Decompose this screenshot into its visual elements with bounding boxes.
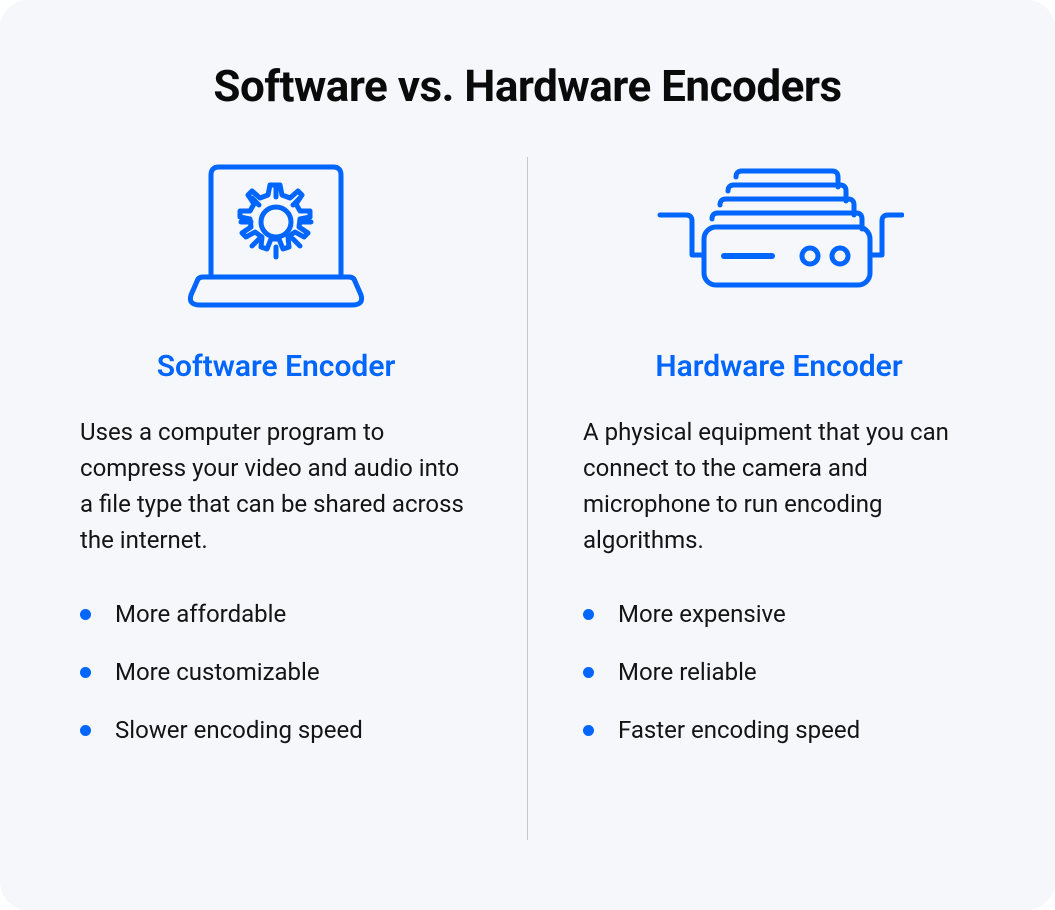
bullet-dot-icon [80,725,91,736]
column-description-software: Uses a computer program to compress your… [80,414,472,558]
list-item: Slower encoding speed [80,716,472,744]
hardware-device-icon [583,157,975,327]
laptop-gear-icon [80,157,472,327]
bullet-text: More expensive [618,600,786,628]
bullet-list-software: More affordable More customizable Slower… [80,600,472,744]
column-description-hardware: A physical equipment that you can connec… [583,414,975,558]
list-item: More expensive [583,600,975,628]
bullet-text: Slower encoding speed [115,716,363,744]
bullet-dot-icon [80,667,91,678]
bullet-dot-icon [583,609,594,620]
list-item: More reliable [583,658,975,686]
bullet-text: More customizable [115,658,320,686]
list-item: More customizable [80,658,472,686]
bullet-dot-icon [583,725,594,736]
list-item: More affordable [80,600,472,628]
column-hardware: Hardware Encoder A physical equipment th… [528,157,975,840]
bullet-text: Faster encoding speed [618,716,860,744]
list-item: Faster encoding speed [583,716,975,744]
comparison-card: Software vs. Hardware Encoders [0,0,1055,910]
bullet-text: More reliable [618,658,757,686]
column-heading-hardware: Hardware Encoder [655,349,902,384]
bullet-list-hardware: More expensive More reliable Faster enco… [583,600,975,744]
bullet-text: More affordable [115,600,286,628]
bullet-dot-icon [583,667,594,678]
columns-wrapper: Software Encoder Uses a computer program… [80,157,975,840]
bullet-dot-icon [80,609,91,620]
column-heading-software: Software Encoder [157,349,396,384]
column-software: Software Encoder Uses a computer program… [80,157,527,840]
page-title: Software vs. Hardware Encoders [80,60,975,112]
